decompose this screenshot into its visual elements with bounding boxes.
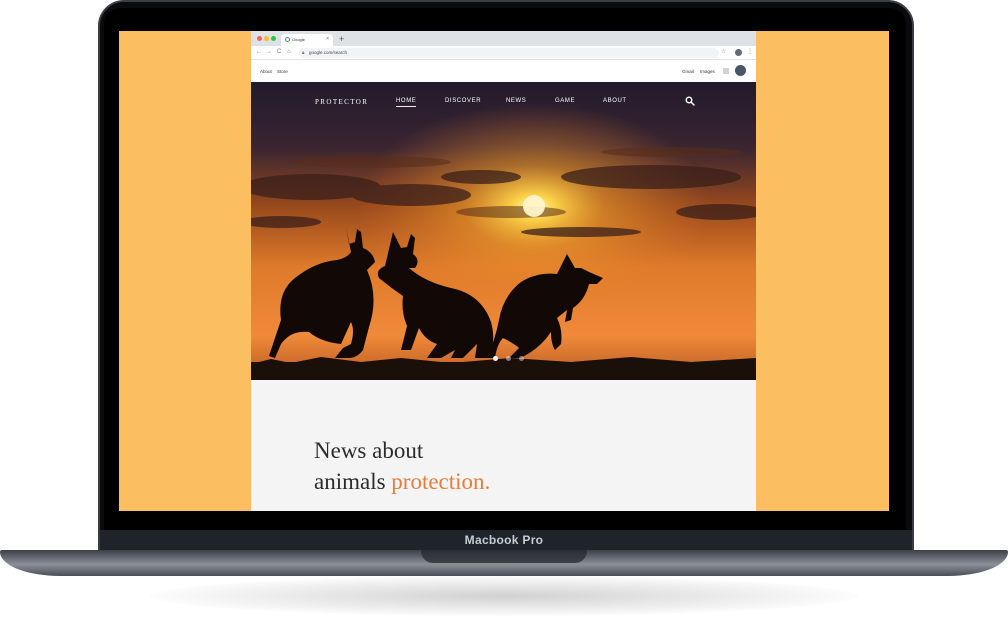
store-link[interactable]: Store xyxy=(277,69,288,74)
images-link[interactable]: Images xyxy=(700,69,715,74)
about-link[interactable]: About xyxy=(260,69,272,74)
headline-accent: protection. xyxy=(391,469,491,494)
star-icon[interactable]: ☆ xyxy=(721,48,726,55)
home-button[interactable]: ⌂ xyxy=(287,49,291,55)
profile-avatar[interactable] xyxy=(735,49,742,56)
carousel-dot-3[interactable] xyxy=(519,356,524,361)
zoom-window-dot[interactable] xyxy=(271,36,276,41)
section-headline: News about animals protection. xyxy=(314,435,490,497)
account-avatar[interactable] xyxy=(735,65,746,76)
tab-close-icon[interactable]: × xyxy=(326,36,329,42)
new-tab-button[interactable]: + xyxy=(339,34,344,44)
nav-news[interactable]: NEWS xyxy=(506,98,526,104)
nav-game[interactable]: GAME xyxy=(555,98,575,104)
headline-line-1: News about xyxy=(314,438,424,463)
tab-title: Google xyxy=(292,37,305,42)
forward-button[interactable]: → xyxy=(266,49,272,55)
apps-icon[interactable] xyxy=(723,68,729,74)
close-window-dot[interactable] xyxy=(257,36,262,41)
menu-icon[interactable]: ⋮ xyxy=(747,48,753,55)
tab-strip: Google × + xyxy=(251,31,756,46)
carousel-dot-1[interactable] xyxy=(493,356,498,361)
sunset-kangaroo-image xyxy=(251,82,756,380)
macbook-mockup: Google × + ← → C ⌂ 🔒︎ google.com/search … xyxy=(0,0,1008,635)
nav-discover[interactable]: DISCOVER xyxy=(445,98,481,104)
news-section: News about animals protection. xyxy=(251,380,756,511)
google-bar: About Store Gmail Images xyxy=(251,60,756,82)
lock-icon: 🔒︎ xyxy=(302,50,305,55)
carousel-indicators xyxy=(489,356,529,362)
hero-banner: PROTECTOR HOME DISCOVER NEWS GAME ABOUT xyxy=(251,82,756,380)
browser-window: Google × + ← → C ⌂ 🔒︎ google.com/search … xyxy=(251,31,756,511)
device-label: Macbook Pro xyxy=(464,533,544,547)
reload-button[interactable]: C xyxy=(277,49,281,55)
gmail-link[interactable]: Gmail xyxy=(682,69,694,74)
minimize-window-dot[interactable] xyxy=(264,36,269,41)
address-bar[interactable]: 🔒︎ google.com/search xyxy=(299,48,719,58)
headline-line-2-prefix: animals xyxy=(314,469,392,494)
nav-home[interactable]: HOME xyxy=(396,98,417,107)
back-button[interactable]: ← xyxy=(256,49,262,55)
site-logo[interactable]: PROTECTOR xyxy=(315,98,368,106)
site-navigation: PROTECTOR HOME DISCOVER NEWS GAME ABOUT xyxy=(251,96,756,112)
tab-google[interactable]: Google × xyxy=(281,34,333,46)
url-text: google.com/search xyxy=(309,50,348,55)
nav-about[interactable]: ABOUT xyxy=(603,98,627,104)
search-icon[interactable] xyxy=(685,96,695,106)
laptop-shadow xyxy=(150,576,858,616)
laptop-hinge-notch xyxy=(421,550,587,563)
carousel-dot-2[interactable] xyxy=(506,356,511,361)
toolbar: ← → C ⌂ 🔒︎ google.com/search ☆ ⋮ xyxy=(251,46,756,60)
google-icon xyxy=(285,37,290,42)
